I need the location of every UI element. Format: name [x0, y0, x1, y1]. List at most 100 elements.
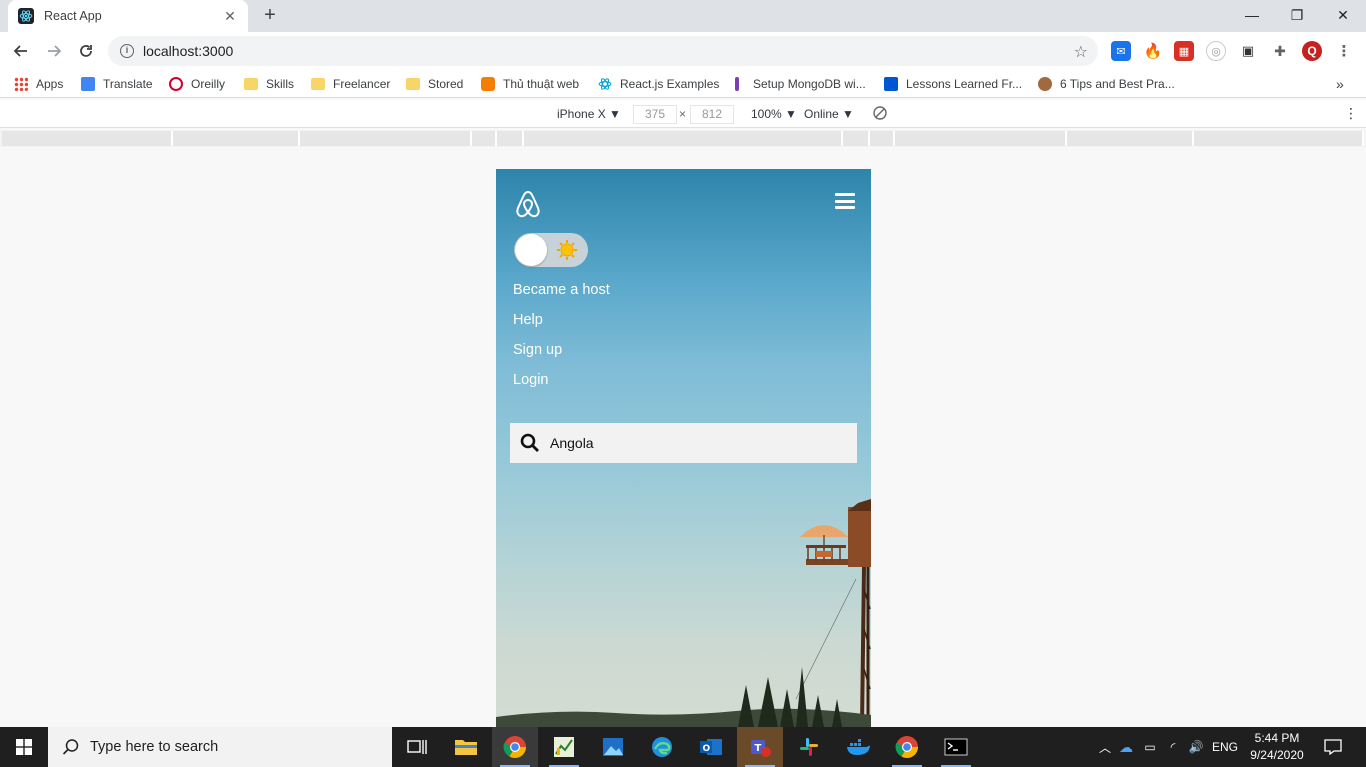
bookmark-label: Translate	[103, 77, 153, 91]
device-toolbar-more-icon[interactable]: ⋮	[1344, 105, 1358, 122]
slack-app[interactable]	[786, 727, 832, 767]
taskbar-search-box[interactable]: Type here to search	[48, 727, 392, 767]
wifi-icon[interactable]: ◜	[1162, 740, 1184, 754]
reload-icon	[80, 45, 92, 57]
bookmark-thu-thuat-web[interactable]: Thủ thuật web	[481, 75, 579, 93]
extension-puzzle-game-icon[interactable]: ▦	[1174, 41, 1194, 61]
destination-search-input[interactable]: Angola	[510, 423, 857, 463]
bookmark-label: Apps	[36, 77, 64, 91]
outlook-app[interactable]: O	[688, 727, 734, 767]
media-query-segment[interactable]	[870, 131, 895, 146]
search-icon	[62, 739, 79, 755]
window-close-button[interactable]: ✕	[1320, 0, 1366, 30]
bookmark-stored[interactable]: Stored	[406, 75, 463, 93]
nav-help[interactable]: Help	[513, 312, 543, 328]
bookmark-label: 6 Tips and Best Pra...	[1060, 77, 1175, 91]
extension-circle-icon[interactable]: ◎	[1206, 41, 1226, 61]
site-info-icon[interactable]: i	[120, 44, 134, 58]
bookmark-apps[interactable]: Apps	[14, 75, 63, 93]
restore-button[interactable]: ❐	[1274, 0, 1320, 30]
media-query-segment[interactable]	[497, 131, 524, 146]
teams-app[interactable]: T	[737, 727, 783, 767]
chrome-icon	[503, 736, 526, 758]
reload-button[interactable]	[72, 37, 100, 65]
photos-app[interactable]	[590, 727, 636, 767]
browser-tab[interactable]: React App ✕	[8, 0, 248, 32]
bookmark-6-tips[interactable]: 6 Tips and Best Pra...	[1038, 75, 1175, 93]
new-tab-button[interactable]: +	[258, 4, 282, 28]
windows-taskbar: Type here to search O T ︿ ☁ ▭ ◜ 🔊 ENG 5:…	[0, 727, 1366, 767]
rotate-icon[interactable]	[872, 105, 888, 124]
bookmarks-bar: Apps Translate Oreilly Skills Freelancer…	[0, 70, 1366, 98]
hero-background-image	[496, 499, 871, 727]
nav-sign-up[interactable]: Sign up	[513, 342, 562, 358]
bookmark-label: Thủ thuật web	[503, 77, 580, 91]
onedrive-cloud-icon[interactable]: ☁	[1114, 739, 1138, 756]
bookmark-skills[interactable]: Skills	[244, 75, 294, 93]
media-query-segment[interactable]	[300, 131, 472, 146]
charts-app[interactable]	[541, 727, 587, 767]
zoom-select[interactable]: 100% ▼	[751, 107, 797, 121]
theme-toggle[interactable]	[514, 233, 588, 267]
terminal-app[interactable]	[933, 727, 979, 767]
device-height-input[interactable]: 812	[690, 105, 734, 124]
svg-text:O: O	[703, 744, 711, 754]
media-query-segment[interactable]	[173, 131, 300, 146]
device-select[interactable]: iPhone X ▼	[557, 107, 621, 121]
notification-icon	[1324, 739, 1342, 755]
show-hidden-icons-chevron-icon[interactable]: ︿	[1096, 739, 1114, 756]
bookmark-oreilly[interactable]: Oreilly	[169, 75, 225, 93]
action-center-button[interactable]	[1318, 727, 1348, 767]
extension-qr-icon[interactable]: ▣	[1238, 41, 1258, 61]
bookmark-freelancer[interactable]: Freelancer	[311, 75, 390, 93]
clock-date: 9/24/2020	[1250, 748, 1304, 762]
battery-icon[interactable]: ▭	[1138, 740, 1162, 754]
media-query-segment[interactable]	[1067, 131, 1194, 146]
docker-app[interactable]	[835, 727, 881, 767]
profile-avatar[interactable]: Q	[1302, 41, 1322, 61]
network-throttle-select[interactable]: Online ▼	[804, 107, 854, 121]
chrome-app[interactable]	[492, 727, 538, 767]
bookmark-star-icon[interactable]: ☆	[1074, 42, 1088, 62]
device-width-input[interactable]: 375	[633, 105, 677, 124]
hamburger-menu-icon[interactable]	[835, 193, 855, 209]
taskbar-clock[interactable]: 5:44 PM 9/24/2020	[1240, 730, 1314, 764]
tab-close-icon[interactable]: ✕	[222, 8, 238, 24]
extension-mail-icon[interactable]: ✉	[1111, 41, 1131, 61]
media-query-segment[interactable]	[895, 131, 1067, 146]
edge-app[interactable]	[639, 727, 685, 767]
bookmark-reactjs-examples[interactable]: React.js Examples	[598, 75, 719, 93]
clock-time: 5:44 PM	[1254, 731, 1300, 745]
nav-login[interactable]: Login	[513, 372, 548, 388]
slack-icon	[800, 738, 818, 756]
react-icon	[18, 8, 34, 24]
media-query-segment[interactable]	[2, 131, 173, 146]
windows-start-button[interactable]	[0, 727, 48, 767]
task-view-button[interactable]	[394, 727, 440, 767]
extension-fire-icon[interactable]: 🔥	[1143, 41, 1163, 61]
bookmarks-overflow-button[interactable]: »	[1336, 75, 1344, 93]
input-language-indicator[interactable]: ENG	[1208, 740, 1242, 754]
media-query-segment[interactable]	[472, 131, 497, 146]
volume-icon[interactable]: 🔊	[1184, 740, 1208, 754]
bookmark-translate[interactable]: Translate	[81, 75, 153, 93]
minimize-button[interactable]: —	[1229, 0, 1275, 30]
react-icon	[598, 77, 612, 91]
media-query-segment[interactable]	[843, 131, 870, 146]
file-explorer-app[interactable]	[443, 727, 489, 767]
chrome-app-2[interactable]	[884, 727, 930, 767]
media-query-segment[interactable]	[524, 131, 843, 146]
teams-icon: T	[751, 740, 771, 757]
folder-icon	[406, 78, 420, 90]
translate-icon	[81, 77, 95, 91]
address-bar[interactable]: i localhost:3000 ☆	[108, 36, 1098, 66]
nav-became-a-host[interactable]: Became a host	[513, 282, 610, 298]
airbnb-logo-icon[interactable]	[514, 189, 542, 219]
browser-menu-icon[interactable]: ⋮	[1334, 41, 1354, 61]
media-query-segment[interactable]	[1194, 131, 1364, 146]
bookmark-lessons-learned[interactable]: Lessons Learned Fr...	[884, 75, 1022, 93]
back-button[interactable]	[7, 37, 35, 65]
extensions-puzzle-icon[interactable]: ✚	[1270, 41, 1290, 61]
forward-button[interactable]	[40, 37, 68, 65]
bookmark-setup-mongodb[interactable]: Setup MongoDB wi...	[731, 75, 866, 93]
